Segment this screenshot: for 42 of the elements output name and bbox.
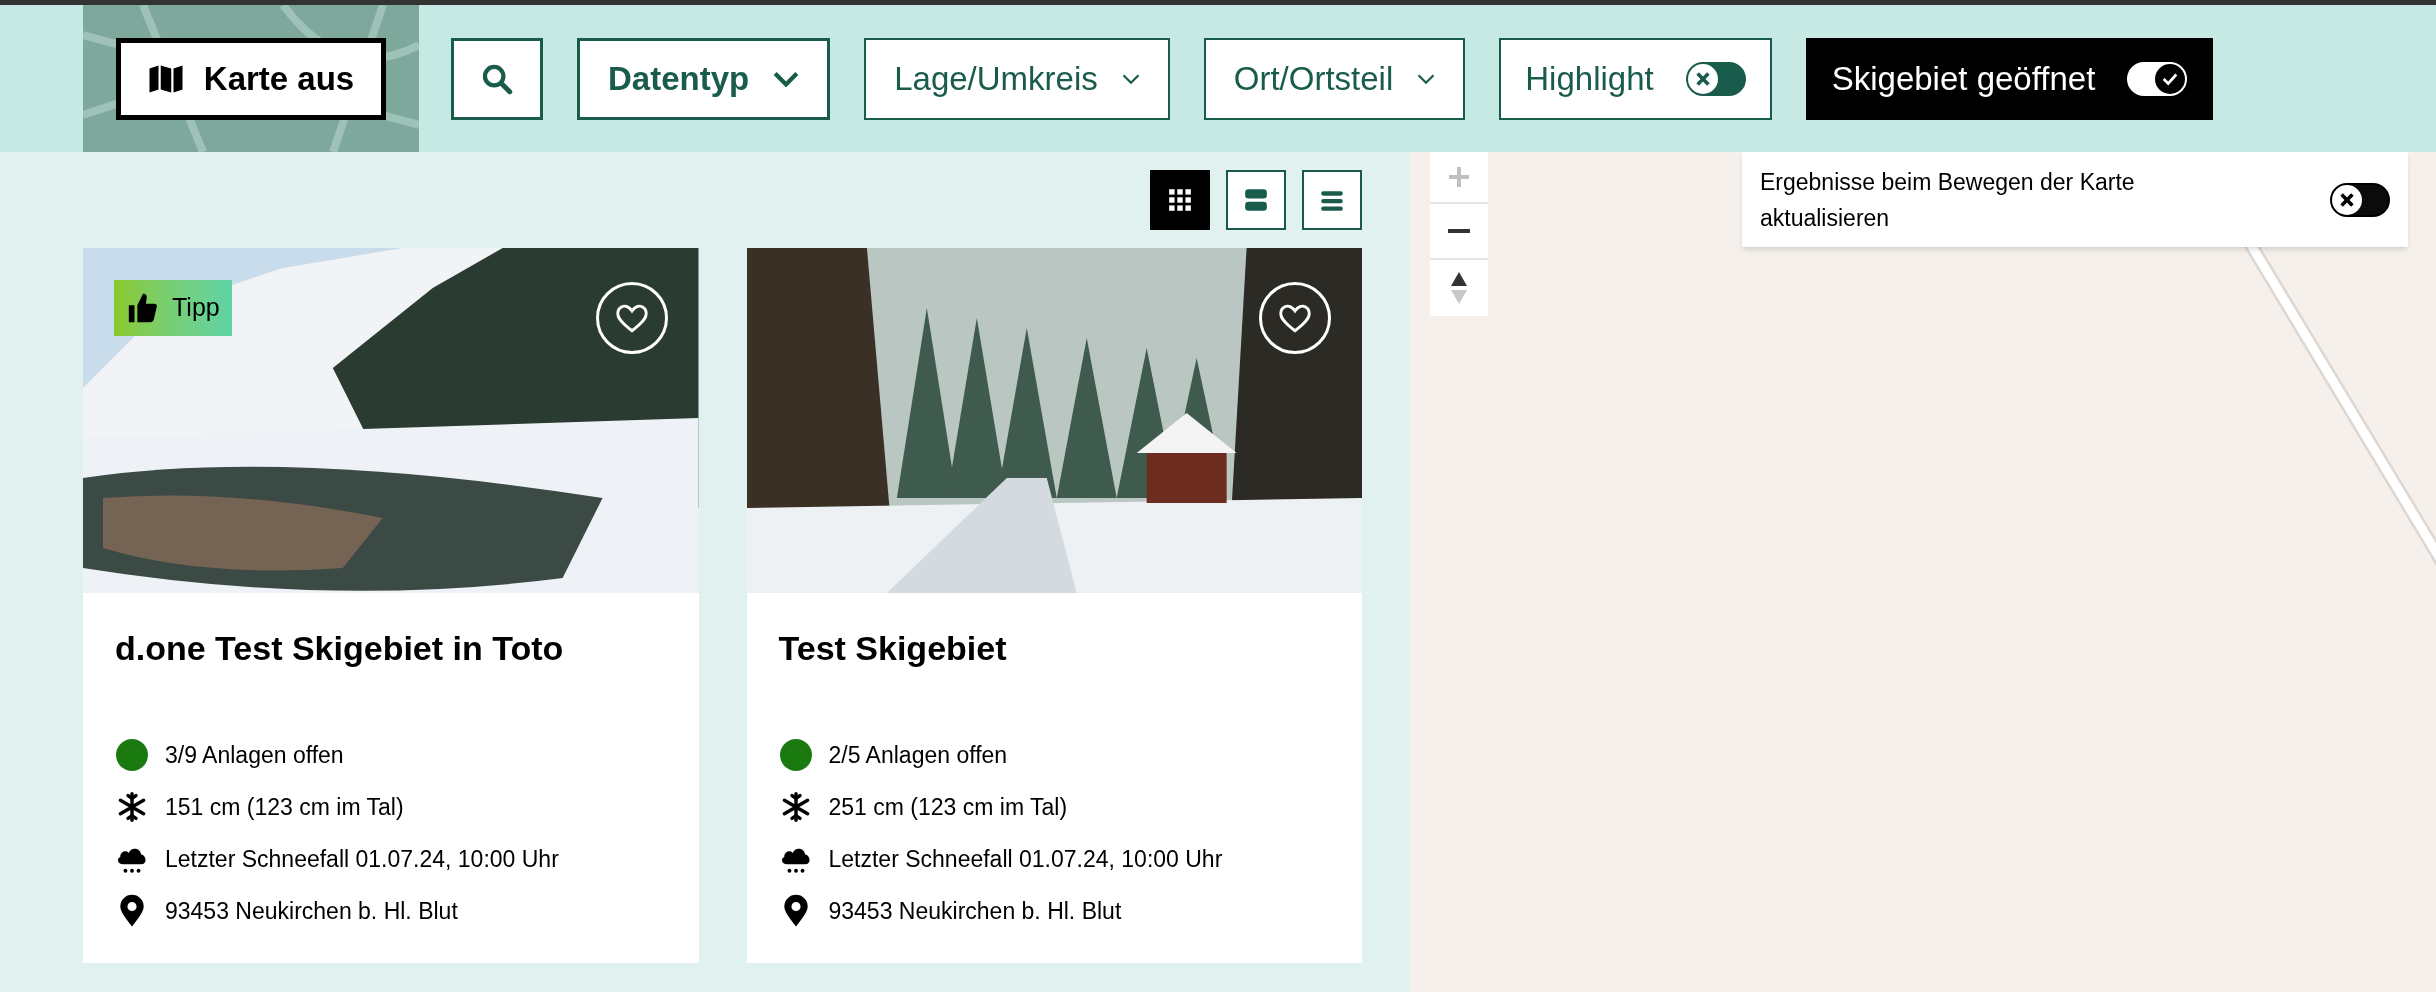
result-card[interactable]: Tipp d.one Test Skigebiet in Toto 3/9 Anlagen offen 151 cm (123 cm im Tal) Letzter Schneefall 01.07.24, 10:00 Uhr 93453 Neukirchen b. Hl. Blut — [83, 248, 699, 963]
filter-dropdown[interactable]: Lage/Umkreis — [864, 37, 1170, 120]
view-mode-button[interactable] — [1226, 170, 1286, 230]
filter-toggle[interactable]: Highlight — [1499, 37, 1772, 120]
info-text: 93453 Neukirchen b. Hl. Blut — [165, 896, 458, 926]
map-update-label: Ergebnisse beim Bewegen der Karte aktualisieren — [1760, 167, 2136, 233]
filter-dropdown[interactable]: Ort/Ortsteil — [1203, 37, 1466, 120]
search-button[interactable] — [451, 37, 543, 120]
chevron-down-icon — [773, 70, 800, 87]
heart-icon — [614, 302, 649, 334]
info-text: Letzter Schneefall 01.07.24, 10:00 Uhr — [828, 844, 1223, 874]
info-text: 3/9 Anlagen offen — [165, 740, 344, 770]
tiles-icon — [1243, 187, 1269, 213]
thumbs-up-icon — [126, 291, 160, 325]
info-text: 251 cm (123 cm im Tal) — [828, 792, 1068, 822]
card-title: Test Skigebiet — [778, 628, 1008, 669]
filter-toggle[interactable]: Skigebiet geöffnet — [1805, 37, 2214, 120]
snowflake-icon — [116, 791, 148, 823]
info-text: 151 cm (123 cm im Tal) — [165, 792, 404, 822]
filter-dropdown[interactable]: Datentyp — [577, 37, 831, 120]
location-pin-icon — [782, 894, 809, 928]
info-text: Letzter Schneefall 01.07.24, 10:00 Uhr — [165, 844, 559, 874]
chevron-down-icon — [1417, 72, 1436, 85]
view-mode-button[interactable] — [1302, 170, 1362, 230]
toggle-switch[interactable] — [2330, 182, 2390, 217]
card-title: d.one Test Skigebiet in Toto — [115, 628, 565, 669]
info-text: 93453 Neukirchen b. Hl. Blut — [828, 896, 1122, 926]
result-card[interactable]: Test Skigebiet 2/5 Anlagen offen 251 cm (123 cm im Tal) Letzter Schneefall 01.07.24, 10:00 Uhr 93453 Neukirchen b. Hl. Blut — [746, 248, 1362, 963]
location-pin-icon — [119, 894, 145, 928]
grid-icon — [1167, 187, 1193, 213]
info-text: 2/5 Anlagen offen — [828, 740, 1008, 770]
tip-badge: Tipp — [114, 280, 232, 336]
plus-icon — [1447, 165, 1471, 189]
favorite-button[interactable] — [1259, 282, 1331, 354]
compass-icon — [1449, 270, 1469, 306]
toggle-switch[interactable] — [1685, 61, 1746, 96]
chevron-down-icon — [1121, 72, 1140, 85]
minus-icon — [1448, 229, 1470, 233]
favorite-button[interactable] — [595, 282, 668, 354]
heart-icon — [1278, 302, 1312, 334]
map-toggle-button[interactable]: Karte aus — [116, 37, 386, 120]
view-mode-button[interactable] — [1150, 170, 1210, 230]
